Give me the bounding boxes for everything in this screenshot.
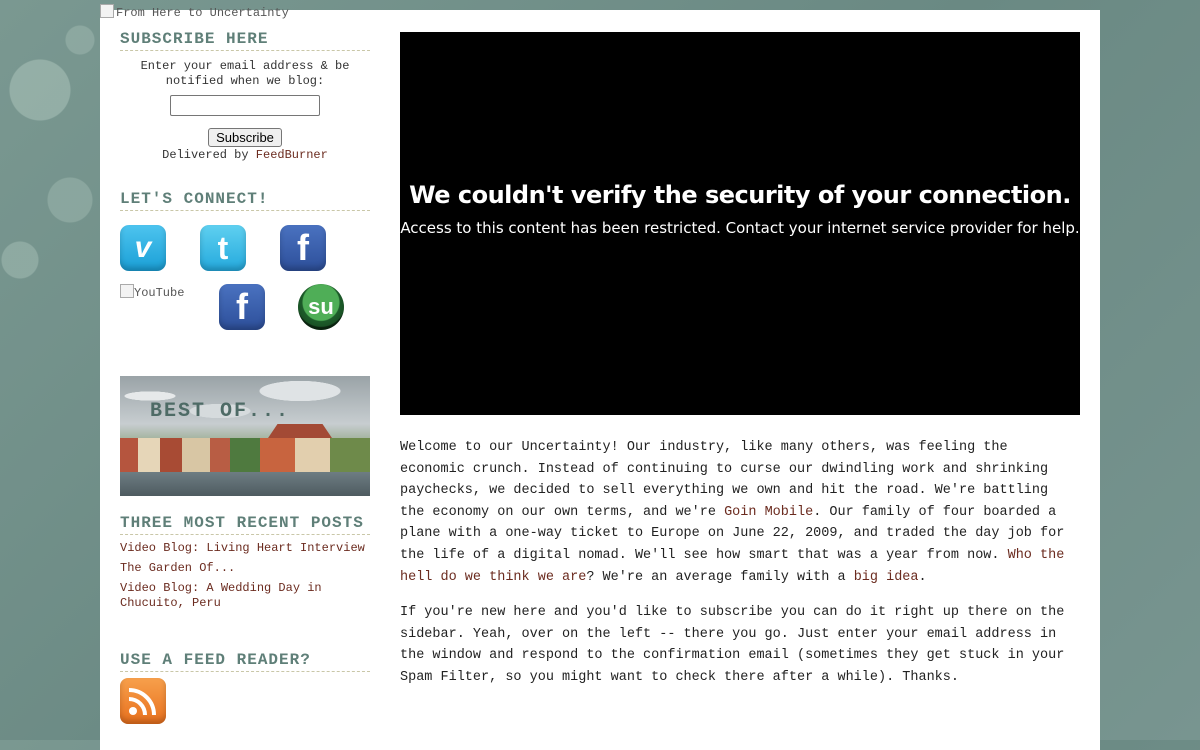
video-error-message: Access to this content has been restrict…	[400, 218, 1080, 237]
town-buildings	[120, 438, 370, 472]
post-text: .	[918, 569, 927, 585]
broken-image-icon	[100, 4, 114, 18]
river-water	[120, 472, 370, 496]
recent-post-link[interactable]: Video Blog: Living Heart Interview	[120, 541, 370, 556]
video-embed[interactable]: We couldn't verify the security of your …	[400, 32, 1080, 415]
facebook-icon[interactable]: f	[280, 225, 326, 271]
page-container: From Here to Uncertainty SUBSCRIBE HERE …	[100, 4, 1100, 750]
header-image-alt-text: From Here to Uncertainty	[116, 6, 289, 20]
twitter-icon[interactable]: t	[200, 225, 246, 271]
subscribe-button[interactable]: Subscribe	[208, 128, 282, 147]
video-error-title: We couldn't verify the security of your …	[409, 180, 1071, 209]
vimeo-icon[interactable]: v	[120, 225, 166, 271]
subscribe-widget: SUBSCRIBE HERE Enter your email address …	[120, 30, 370, 162]
feedburner-link[interactable]: FeedBurner	[256, 148, 328, 162]
connect-title: LET'S CONNECT!	[120, 190, 370, 211]
rss-icon[interactable]	[120, 678, 166, 724]
feed-title: USE A FEED READER?	[120, 651, 370, 672]
post-body: Welcome to our Uncertainty! Our industry…	[400, 437, 1080, 689]
main-content: We couldn't verify the security of your …	[400, 32, 1080, 703]
broken-image-icon	[120, 284, 134, 298]
subscribe-title: SUBSCRIBE HERE	[120, 30, 370, 51]
feed-widget: USE A FEED READER?	[120, 651, 370, 724]
facebook-icon[interactable]: f	[219, 284, 265, 330]
recent-post-link[interactable]: The Garden Of...	[120, 561, 370, 576]
recent-post-link[interactable]: Video Blog: A Wedding Day in Chucuito, P…	[120, 581, 370, 611]
youtube-icon[interactable]: YouTube	[120, 284, 184, 300]
recent-posts-title: THREE MOST RECENT POSTS	[120, 514, 370, 535]
social-row-1: v t f	[120, 223, 370, 283]
post-paragraph-2: If you're new here and you'd like to sub…	[400, 605, 1065, 685]
delivered-prefix: Delivered by	[162, 148, 256, 162]
sidebar: SUBSCRIBE HERE Enter your email address …	[120, 30, 370, 724]
stumbleupon-icon[interactable]: su	[298, 284, 344, 330]
post-paragraph-1: Welcome to our Uncertainty! Our industry…	[400, 437, 1080, 588]
social-row-2: YouTube f su	[120, 284, 370, 334]
recent-posts-list: Video Blog: Living Heart Interview The G…	[120, 541, 370, 611]
subscribe-text: Enter your email address & be notified w…	[140, 59, 350, 88]
big-idea-link[interactable]: big idea	[854, 570, 919, 585]
recent-posts-widget: THREE MOST RECENT POSTS Video Blog: Livi…	[120, 514, 370, 611]
email-field[interactable]	[170, 95, 320, 116]
youtube-alt-text: YouTube	[134, 286, 185, 300]
post-text: ? We're an average family with a	[586, 569, 854, 585]
header-image[interactable]: From Here to Uncertainty	[100, 4, 289, 20]
delivered-by: Delivered by FeedBurner	[120, 148, 370, 162]
connect-widget: LET'S CONNECT! v t f YouTube f su	[120, 190, 370, 334]
best-of-label: BEST OF...	[150, 400, 291, 423]
rss-glyph-icon	[128, 688, 156, 716]
goin-mobile-link[interactable]: Goin Mobile	[724, 505, 813, 520]
best-of-image[interactable]: BEST OF...	[120, 376, 370, 496]
